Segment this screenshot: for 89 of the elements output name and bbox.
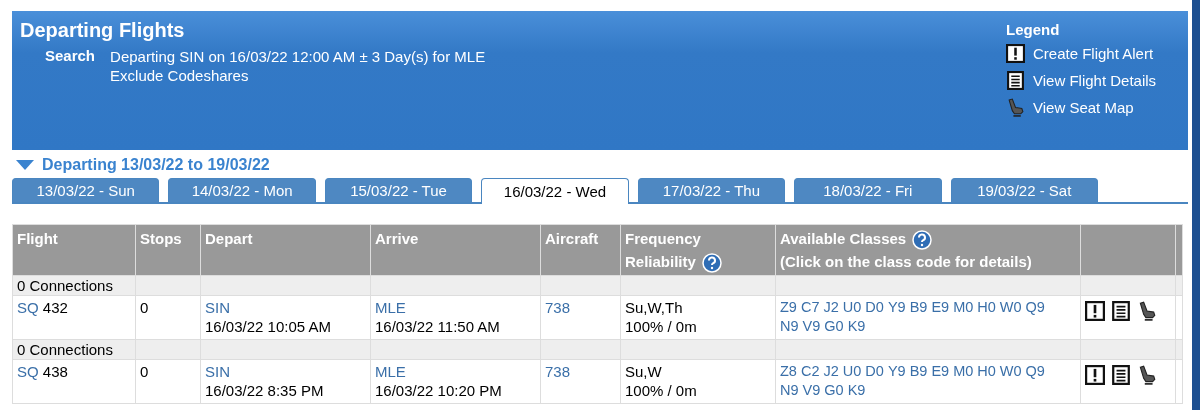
- class-code-link[interactable]: Y9: [887, 362, 906, 382]
- document-icon[interactable]: [1111, 365, 1131, 386]
- class-code-link[interactable]: C7: [800, 298, 820, 318]
- class-code-link[interactable]: K9: [847, 381, 866, 401]
- class-code-link[interactable]: E9: [931, 362, 950, 382]
- date-tab[interactable]: 17/03/22 - Thu: [637, 178, 786, 202]
- date-tab[interactable]: 13/03/22 - Sun: [12, 178, 160, 202]
- column-header-text: Frequency: [625, 230, 701, 247]
- date-tab[interactable]: 16/03/22 - Wed: [481, 178, 629, 204]
- class-code-link[interactable]: J2: [823, 362, 839, 382]
- class-code-link[interactable]: W0: [999, 298, 1022, 318]
- airport-link[interactable]: MLE: [375, 363, 406, 381]
- reliability-text: 100% / 0m: [625, 317, 698, 337]
- class-code-link[interactable]: H0: [977, 362, 996, 382]
- frequency-text: Su,W,Th: [625, 298, 684, 318]
- class-code-link[interactable]: G0: [824, 381, 844, 401]
- search-label: Search: [45, 47, 96, 66]
- page-title: Departing Flights: [20, 19, 186, 42]
- connections-cell: 0 Connections: [12, 339, 136, 360]
- column-header: Flight: [12, 224, 136, 276]
- class-code-link[interactable]: V9: [802, 317, 821, 337]
- frequency-text: Su,W: [625, 362, 663, 382]
- class-code-link[interactable]: Q9: [1025, 362, 1045, 382]
- seat-icon[interactable]: [1137, 301, 1157, 322]
- column-header-text: Available Classes: [780, 230, 907, 247]
- class-code-link[interactable]: J2: [823, 298, 839, 318]
- aircraft-link[interactable]: 738: [545, 363, 571, 381]
- class-code-link[interactable]: B9: [909, 362, 928, 382]
- alert-icon[interactable]: [1085, 301, 1105, 322]
- class-code-link[interactable]: N9: [780, 381, 799, 401]
- class-code-link[interactable]: N9: [780, 317, 799, 337]
- search-criteria: Exclude Codeshares: [110, 66, 250, 85]
- arrival-time: 16/03/22 10:20 PM: [375, 381, 503, 401]
- class-code-link[interactable]: Z9: [780, 298, 797, 318]
- class-code-link[interactable]: Z8: [780, 362, 797, 382]
- airport-link[interactable]: SIN: [205, 363, 230, 381]
- column-header-text: (Click on the class code for details): [780, 253, 1032, 271]
- search-criteria: Departing SIN on 16/03/22 12:00 AM ± 3 Day(s) for MLE: [110, 47, 486, 66]
- date-tab[interactable]: 15/03/22 - Tue: [324, 178, 473, 202]
- class-code-link[interactable]: U0: [842, 298, 862, 318]
- departure-time: 16/03/22 8:35 PM: [205, 381, 325, 401]
- carrier-link[interactable]: SQ: [17, 363, 39, 381]
- help-icon[interactable]: [912, 230, 933, 251]
- class-code-link[interactable]: H0: [977, 298, 996, 318]
- stops-cell-text: 0: [140, 362, 150, 382]
- column-header: Arrive: [370, 224, 541, 276]
- class-code-link[interactable]: B9: [909, 298, 928, 318]
- airport-link[interactable]: MLE: [375, 299, 406, 317]
- legend-label: View Seat Map: [1033, 99, 1134, 116]
- flight-number: SQ 438: [17, 363, 68, 381]
- class-code-link[interactable]: Q9: [1025, 298, 1045, 318]
- column-header: Stops: [135, 224, 201, 276]
- document-icon[interactable]: [1111, 301, 1131, 322]
- carrier-link[interactable]: SQ: [17, 299, 39, 317]
- class-code-link[interactable]: G0: [824, 317, 844, 337]
- airport-link[interactable]: SIN: [205, 299, 230, 317]
- class-code-link[interactable]: D0: [865, 298, 884, 318]
- class-code-link[interactable]: M0: [953, 362, 974, 382]
- class-code-link[interactable]: Y9: [887, 298, 906, 318]
- class-code-link[interactable]: V9: [802, 381, 821, 401]
- class-code-link[interactable]: C2: [800, 362, 820, 382]
- departure-time: 16/03/22 10:05 AM: [205, 317, 332, 337]
- help-icon[interactable]: [701, 253, 722, 274]
- seat-icon[interactable]: [1137, 365, 1157, 386]
- legend-label: View Flight Details: [1033, 72, 1157, 89]
- date-tab[interactable]: 18/03/22 - Fri: [794, 178, 942, 202]
- class-code-link[interactable]: W0: [999, 362, 1022, 382]
- alert-icon[interactable]: [1085, 365, 1105, 386]
- alert-icon[interactable]: [1006, 44, 1025, 63]
- legend-label: Create Flight Alert: [1033, 45, 1154, 62]
- arrival-time: 16/03/22 11:50 AM: [375, 317, 501, 337]
- date-tab[interactable]: 14/03/22 - Mon: [168, 178, 316, 202]
- date-tab[interactable]: 19/03/22 - Sat: [950, 178, 1098, 202]
- date-range-toggle[interactable]: Departing 13/03/22 to 19/03/22: [16, 156, 270, 174]
- reliability-text: 100% / 0m: [625, 381, 698, 401]
- legend-title: Legend: [1006, 21, 1061, 38]
- column-header-text: Reliability: [625, 253, 696, 270]
- class-code-link[interactable]: U0: [842, 362, 862, 382]
- column-header: Depart: [200, 224, 371, 276]
- column-header: Aircraft: [540, 224, 621, 276]
- class-code-link[interactable]: D0: [865, 362, 884, 382]
- class-code-link[interactable]: E9: [931, 298, 950, 318]
- stops-cell-text: 0: [140, 298, 150, 318]
- class-code-link[interactable]: M0: [953, 298, 974, 318]
- class-code-link[interactable]: K9: [847, 317, 866, 337]
- aircraft-link[interactable]: 738: [545, 299, 571, 317]
- flight-number: SQ 432: [17, 299, 68, 317]
- connections-cell: 0 Connections: [12, 275, 136, 296]
- document-icon[interactable]: [1006, 71, 1025, 90]
